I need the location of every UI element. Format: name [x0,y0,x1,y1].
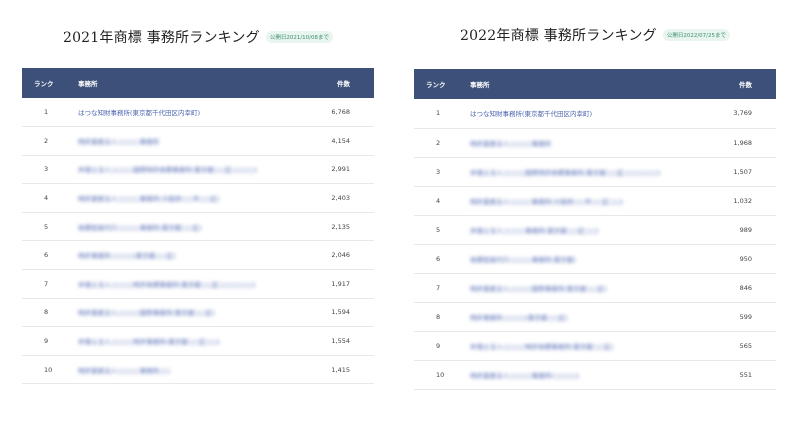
count-cell: 551 [739,370,752,379]
table-row: 5 商標登録代行○○○○事務所(東京都○○区) 2,135 [22,212,374,241]
panel-title: 2021年商標 事務所ランキング [62,30,260,46]
count-cell: 2,135 [331,222,350,231]
table-row: 3 弁理士法人○○○○国際特許商標事務所(東京都○○区○○○○) 2,991 [22,155,374,184]
count-cell: 2,991 [331,165,350,174]
table-header-row: ランク 事務所 件数 [414,69,776,99]
date-badge: 公開日2021/10/08まで [265,31,334,43]
table-row: 4 特許業務法人○○○○事務所(大阪府○○市○○区○○) 1,032 [414,186,776,215]
header-firm: 事務所 [470,81,490,89]
count-cell: 989 [739,225,752,234]
table-row: 1 はつな知財事務所(東京都千代田区内幸町) 6,768 [22,98,374,127]
table-row: 6 商標登録代行○○○○事務所(東京都) 950 [414,244,776,273]
rank-cell: 5 [436,225,441,234]
count-cell: 1,507 [733,167,752,176]
count-cell: 1,594 [331,308,350,317]
table-row: 2 特許業務法人○○○○事務所 1,968 [414,128,776,157]
date-badge: 公開日2022/07/25まで [662,28,731,41]
header-count: 件数 [337,80,350,88]
table-header-row: ランク 事務所 件数 [22,68,374,98]
table-row: 9 弁理士法人○○○○特許商標事務所(東京都○○区) 565 [414,331,776,360]
count-cell: 1,968 [733,138,752,147]
firm-link[interactable]: 特許事務所○○○○(東京都○○区) [78,241,304,270]
count-cell: 846 [739,283,752,292]
table-row: 7 弁理士法人○○○○特許商標事務所(東京都○○区○○○○○○) 1,917 [22,270,374,299]
table-row: 3 弁理士法人○○○○国際特許商標事務所(東京都○○区○○○○○○) 1,507 [414,157,776,186]
table-row: 5 弁理士法人○○○○事務所(東京都○○区○○) 989 [414,215,776,244]
firm-link[interactable]: 特許業務法人○○○○国際事務所(東京都○○区) [78,298,304,327]
table-row: 10 特許業務法人○○○○事務所○○ 1,415 [22,355,374,384]
count-cell: 565 [739,341,752,350]
table-row: 8 特許業務法人○○○○国際事務所(東京都○○区) 1,594 [22,298,374,327]
rank-cell: 5 [44,222,49,231]
count-cell: 1,554 [331,337,350,346]
rank-cell: 1 [44,108,49,117]
header-rank: ランク [34,80,54,88]
table-row: 6 特許事務所○○○○(東京都○○区) 2,046 [22,241,374,270]
firm-link[interactable]: 弁理士法人○○○○特許商標事務所(東京都○○区) [470,331,706,360]
count-cell: 599 [739,312,752,321]
count-cell: 1,032 [733,196,752,205]
panel-title: 2022年商標 事務所ランキング [459,27,657,44]
rank-cell: 10 [436,370,445,379]
rank-cell: 7 [44,279,49,288]
table-row: 7 特許業務法人○○○○国際事務所(東京都○○区) 846 [414,273,776,302]
firm-link[interactable]: 特許業務法人○○○○事務所(大阪府○○市○○区) [78,184,304,213]
panel-header: 2022年商標 事務所ランキング 公開日2022/07/25まで [414,0,776,69]
count-cell: 1,415 [331,365,350,374]
ranking-table: ランク 事務所 件数 1 はつな知財事務所(東京都千代田区内幸町) 6,768 2 特許… [22,68,374,384]
firm-link[interactable]: はつな知財事務所(東京都千代田区内幸町) [470,99,706,128]
firm-link[interactable]: 弁理士法人○○○○特許事務所(東京都○○区○○) [78,327,304,356]
firm-link[interactable]: 弁理士法人○○○○特許商標事務所(東京都○○区○○○○○○) [78,270,304,299]
firm-link[interactable]: はつな知財事務所(東京都千代田区内幸町) [78,98,304,127]
panel-header: 2021年商標 事務所ランキング 公開日2021/10/08まで [22,0,374,68]
firm-link[interactable]: 特許事務所○○○○(東京都○○区) [470,302,706,331]
count-cell: 6,768 [331,108,350,117]
rank-cell: 2 [44,136,49,145]
count-cell: 3,769 [733,109,752,118]
rank-cell: 2 [436,138,441,147]
table-row: 1 はつな知財事務所(東京都千代田区内幸町) 3,769 [414,99,776,128]
rank-cell: 8 [44,308,49,317]
header-firm: 事務所 [78,80,98,88]
rank-cell: 9 [44,337,49,346]
count-cell: 2,403 [331,194,350,203]
rank-cell: 8 [436,312,441,321]
rank-cell: 4 [436,196,441,205]
firm-link[interactable]: 商標登録代行○○○○事務所(東京都) [470,244,706,273]
rank-cell: 1 [436,109,441,118]
firm-link[interactable]: 弁理士法人○○○○国際特許商標事務所(東京都○○区○○○○○○) [470,157,706,186]
table-row: 2 特許業務法人○○○○事務所 4,154 [22,127,374,156]
header-count: 件数 [739,81,752,89]
rank-cell: 6 [436,254,441,263]
firm-link[interactable]: 商標登録代行○○○○事務所(東京都○○区) [78,212,304,241]
rank-cell: 6 [44,251,49,260]
firm-link[interactable]: 特許業務法人○○○○事務所(大阪府○○市○○区○○) [470,186,706,215]
header-rank: ランク [426,81,446,89]
count-cell: 950 [739,254,752,263]
firm-link[interactable]: 弁理士法人○○○○国際特許商標事務所(東京都○○区○○○○) [78,155,304,184]
table-row: 4 特許業務法人○○○○事務所(大阪府○○市○○区) 2,403 [22,184,374,213]
table-row: 10 特許業務法人○○○○事務所(○○○○) 551 [414,360,776,389]
firm-link[interactable]: 特許業務法人○○○○事務所(○○○○) [470,360,706,389]
table-row: 9 弁理士法人○○○○特許事務所(東京都○○区○○) 1,554 [22,327,374,356]
firm-link[interactable]: 特許業務法人○○○○事務所○○ [78,355,304,384]
ranking-panel-2022: 2022年商標 事務所ランキング 公開日2022/07/25まで ランク 事務所… [414,0,776,390]
rank-cell: 7 [436,283,441,292]
count-cell: 4,154 [331,136,350,145]
firm-link[interactable]: 特許業務法人○○○○事務所 [470,128,706,157]
rank-cell: 9 [436,341,441,350]
count-cell: 2,046 [331,251,350,260]
firm-link[interactable]: 特許業務法人○○○○国際事務所(東京都○○区) [470,273,706,302]
rank-cell: 3 [436,167,441,176]
rank-cell: 4 [44,194,49,203]
rank-cell: 10 [44,365,53,374]
rank-cell: 3 [44,165,49,174]
ranking-table: ランク 事務所 件数 1 はつな知財事務所(東京都千代田区内幸町) 3,769 2 特許… [414,69,776,390]
firm-link[interactable]: 弁理士法人○○○○事務所(東京都○○区○○) [470,215,706,244]
ranking-panel-2021: 2021年商標 事務所ランキング 公開日2021/10/08まで ランク 事務所… [22,0,374,385]
count-cell: 1,917 [331,279,350,288]
firm-link[interactable]: 特許業務法人○○○○事務所 [78,127,304,156]
table-row: 8 特許事務所○○○○(東京都○○区) 599 [414,302,776,331]
